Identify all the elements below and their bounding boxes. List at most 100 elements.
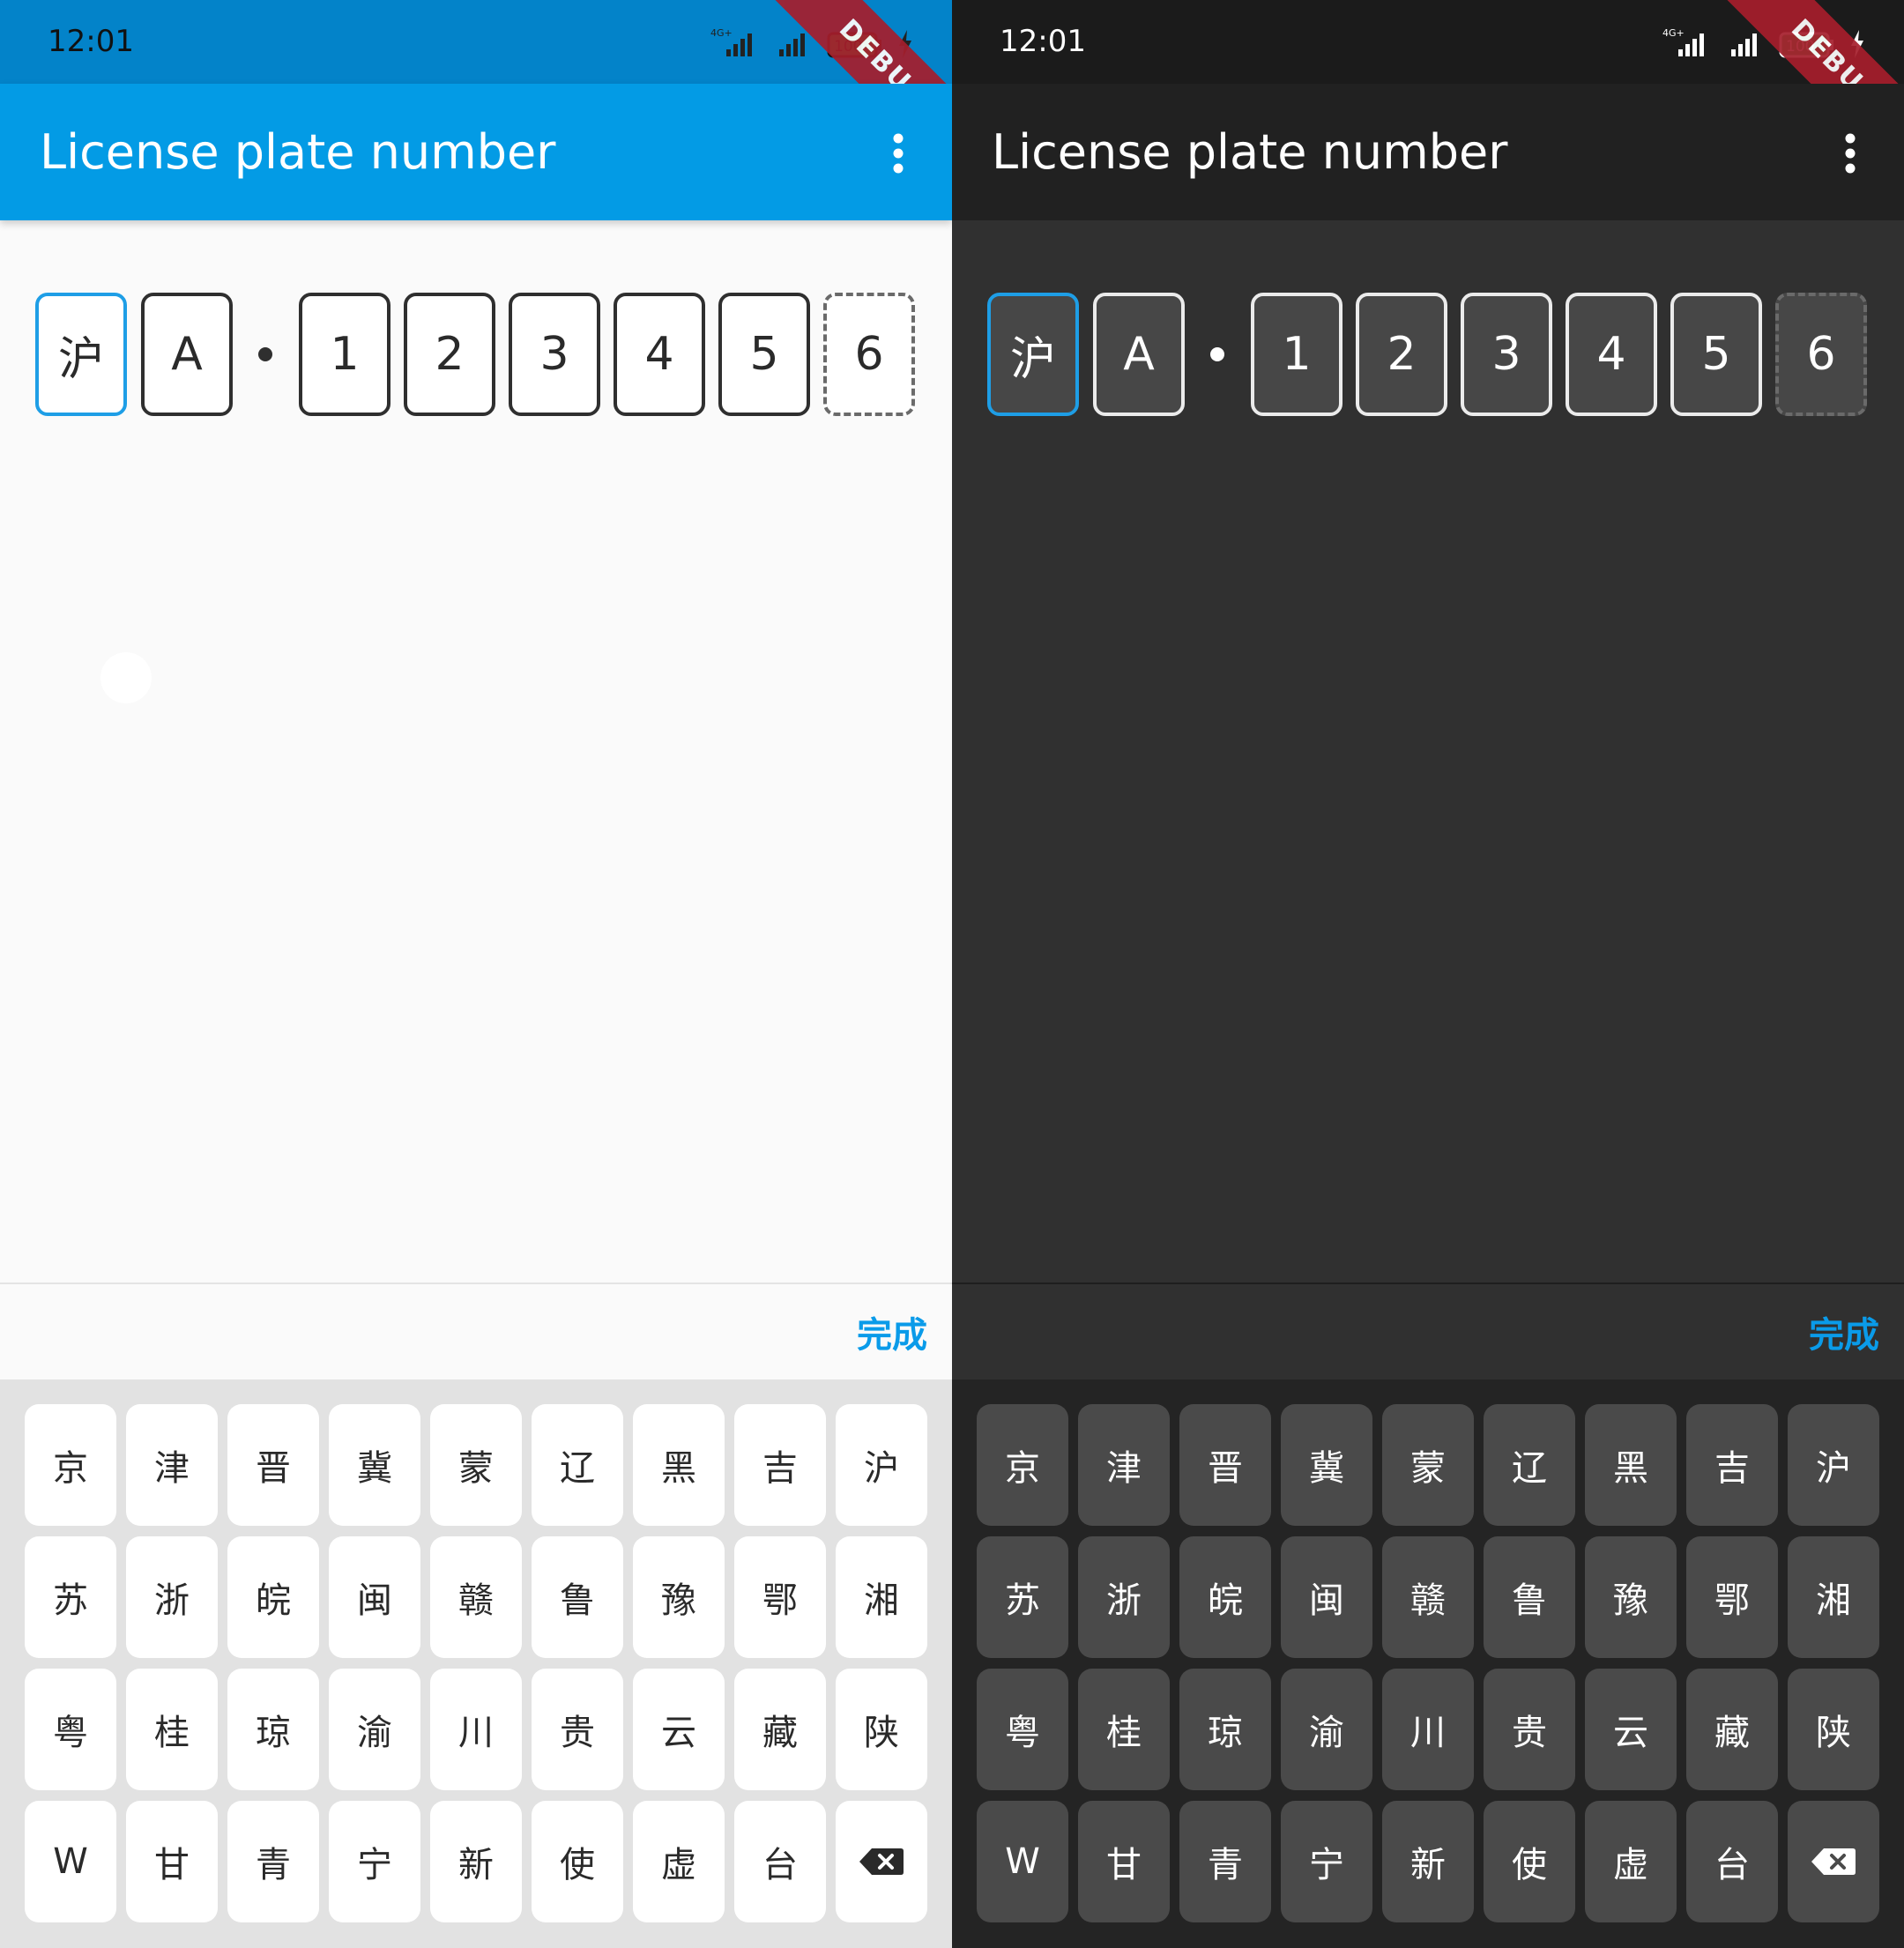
keyboard-key[interactable]: 吉 [1686, 1404, 1778, 1526]
keyboard-key[interactable]: 甘 [1078, 1801, 1170, 1922]
keyboard-key[interactable]: 蒙 [430, 1404, 522, 1526]
keyboard-key[interactable]: 晋 [227, 1404, 319, 1526]
more-vert-icon[interactable] [892, 133, 904, 174]
plate-char-1[interactable]: 1 [299, 293, 390, 416]
plate-char-2[interactable]: 2 [404, 293, 495, 416]
keyboard-key[interactable]: 虚 [1585, 1801, 1677, 1922]
keyboard-key[interactable]: 贵 [1484, 1669, 1575, 1790]
plate-char-1[interactable]: 1 [1251, 293, 1342, 416]
keyboard-key[interactable]: 皖 [1179, 1536, 1271, 1658]
plate-char-3[interactable]: 3 [1461, 293, 1552, 416]
done-button[interactable]: 完成 [1809, 1284, 1879, 1387]
keyboard-key[interactable]: 鄂 [1686, 1536, 1778, 1658]
keyboard-key[interactable]: 台 [1686, 1801, 1778, 1922]
delete-key[interactable] [836, 1801, 927, 1922]
keyboard-key[interactable]: 甘 [126, 1801, 218, 1922]
keyboard-key[interactable]: 湘 [836, 1536, 927, 1658]
plate-char-2[interactable]: 2 [1356, 293, 1447, 416]
keyboard-key[interactable]: 琼 [227, 1669, 319, 1790]
keyboard-key[interactable]: 浙 [1078, 1536, 1170, 1658]
keyboard-key[interactable]: 云 [633, 1669, 725, 1790]
keyboard-key[interactable]: 虚 [633, 1801, 725, 1922]
keyboard-key[interactable]: 辽 [532, 1404, 623, 1526]
plate-char-new-energy[interactable]: 6 [1775, 293, 1867, 416]
keyboard-key[interactable]: 皖 [227, 1536, 319, 1658]
keyboard-key[interactable]: 沪 [836, 1404, 927, 1526]
keyboard-key[interactable]: 黑 [1585, 1404, 1677, 1526]
keyboard-key[interactable]: 使 [532, 1801, 623, 1922]
keyboard-key[interactable]: 宁 [329, 1801, 420, 1922]
keyboard-key[interactable]: 渝 [329, 1669, 420, 1790]
page-title: License plate number [40, 124, 556, 180]
keyboard-key[interactable]: 苏 [977, 1536, 1068, 1658]
delete-key[interactable] [1788, 1801, 1879, 1922]
keyboard-key[interactable]: W [977, 1801, 1068, 1922]
keyboard-key[interactable]: 琼 [1179, 1669, 1271, 1790]
keyboard-key[interactable]: 台 [734, 1801, 826, 1922]
keyboard-key[interactable]: 陕 [1788, 1669, 1879, 1790]
keyboard-key[interactable]: 桂 [126, 1669, 218, 1790]
keyboard-key[interactable]: 津 [126, 1404, 218, 1526]
keyboard-key[interactable]: 藏 [734, 1669, 826, 1790]
plate-char-new-energy[interactable]: 6 [823, 293, 915, 416]
keyboard-key[interactable]: 京 [25, 1404, 116, 1526]
keyboard-key[interactable]: 晋 [1179, 1404, 1271, 1526]
keyboard-key[interactable]: 使 [1484, 1801, 1575, 1922]
keyboard-key[interactable]: 川 [430, 1669, 522, 1790]
plate-char-province[interactable]: 沪 [35, 293, 127, 416]
keyboard-key[interactable]: 桂 [1078, 1669, 1170, 1790]
screens-container: 12:01 4G+ 100 [0, 0, 1904, 1948]
done-button[interactable]: 完成 [857, 1284, 927, 1387]
page-title: License plate number [992, 124, 1508, 180]
dark-theme-screen: 12:01 4G+ 100 [952, 0, 1904, 1948]
plate-char-4[interactable]: 4 [1566, 293, 1657, 416]
keyboard-key[interactable]: 宁 [1281, 1801, 1372, 1922]
keyboard-key[interactable]: 青 [227, 1801, 319, 1922]
keyboard-key[interactable]: 云 [1585, 1669, 1677, 1790]
keyboard-key[interactable]: 豫 [1585, 1536, 1677, 1658]
keyboard-key[interactable]: 贵 [532, 1669, 623, 1790]
keyboard-key[interactable]: 新 [1382, 1801, 1474, 1922]
keyboard-key[interactable]: 鄂 [734, 1536, 826, 1658]
keyboard-key[interactable]: 京 [977, 1404, 1068, 1526]
keyboard-key[interactable]: 吉 [734, 1404, 826, 1526]
keyboard-key[interactable]: 沪 [1788, 1404, 1879, 1526]
plate-char-province[interactable]: 沪 [987, 293, 1079, 416]
keyboard-toolbar: 完成 [0, 1283, 952, 1379]
plate-char-4[interactable]: 4 [614, 293, 705, 416]
backspace-icon [1811, 1848, 1856, 1875]
keyboard-key[interactable]: 藏 [1686, 1669, 1778, 1790]
status-bar: 12:01 4G+ 100 [952, 0, 1904, 180]
keyboard-key[interactable]: 赣 [430, 1536, 522, 1658]
keyboard-key[interactable]: 津 [1078, 1404, 1170, 1526]
keyboard-key[interactable]: 鲁 [532, 1536, 623, 1658]
keyboard-key[interactable]: 新 [430, 1801, 522, 1922]
keyboard-key[interactable]: 闽 [329, 1536, 420, 1658]
plate-char-5[interactable]: 5 [1670, 293, 1762, 416]
keyboard-key[interactable]: 粤 [25, 1669, 116, 1790]
keyboard-key[interactable]: 豫 [633, 1536, 725, 1658]
keyboard-key[interactable]: 鲁 [1484, 1536, 1575, 1658]
keyboard-key[interactable]: 闽 [1281, 1536, 1372, 1658]
keyboard-key[interactable]: 青 [1179, 1801, 1271, 1922]
keyboard-key[interactable]: 辽 [1484, 1404, 1575, 1526]
plate-char-letter[interactable]: A [1093, 293, 1185, 416]
plate-char-letter[interactable]: A [141, 293, 233, 416]
keyboard-key[interactable]: 陕 [836, 1669, 927, 1790]
keyboard-key[interactable]: 川 [1382, 1669, 1474, 1790]
keyboard-key[interactable]: 冀 [329, 1404, 420, 1526]
keyboard-key[interactable]: 蒙 [1382, 1404, 1474, 1526]
plate-char-3[interactable]: 3 [509, 293, 600, 416]
plate-char-5[interactable]: 5 [718, 293, 810, 416]
keyboard-key[interactable]: 浙 [126, 1536, 218, 1658]
keyboard-key[interactable]: 湘 [1788, 1536, 1879, 1658]
keyboard-key[interactable]: 冀 [1281, 1404, 1372, 1526]
keyboard-key[interactable]: 赣 [1382, 1536, 1474, 1658]
keyboard-key[interactable]: W [25, 1801, 116, 1922]
network-type-label: 4G+ [1662, 27, 1685, 39]
keyboard-key[interactable]: 渝 [1281, 1669, 1372, 1790]
keyboard-key[interactable]: 苏 [25, 1536, 116, 1658]
more-vert-icon[interactable] [1844, 133, 1856, 174]
keyboard-key[interactable]: 黑 [633, 1404, 725, 1526]
keyboard-key[interactable]: 粤 [977, 1669, 1068, 1790]
